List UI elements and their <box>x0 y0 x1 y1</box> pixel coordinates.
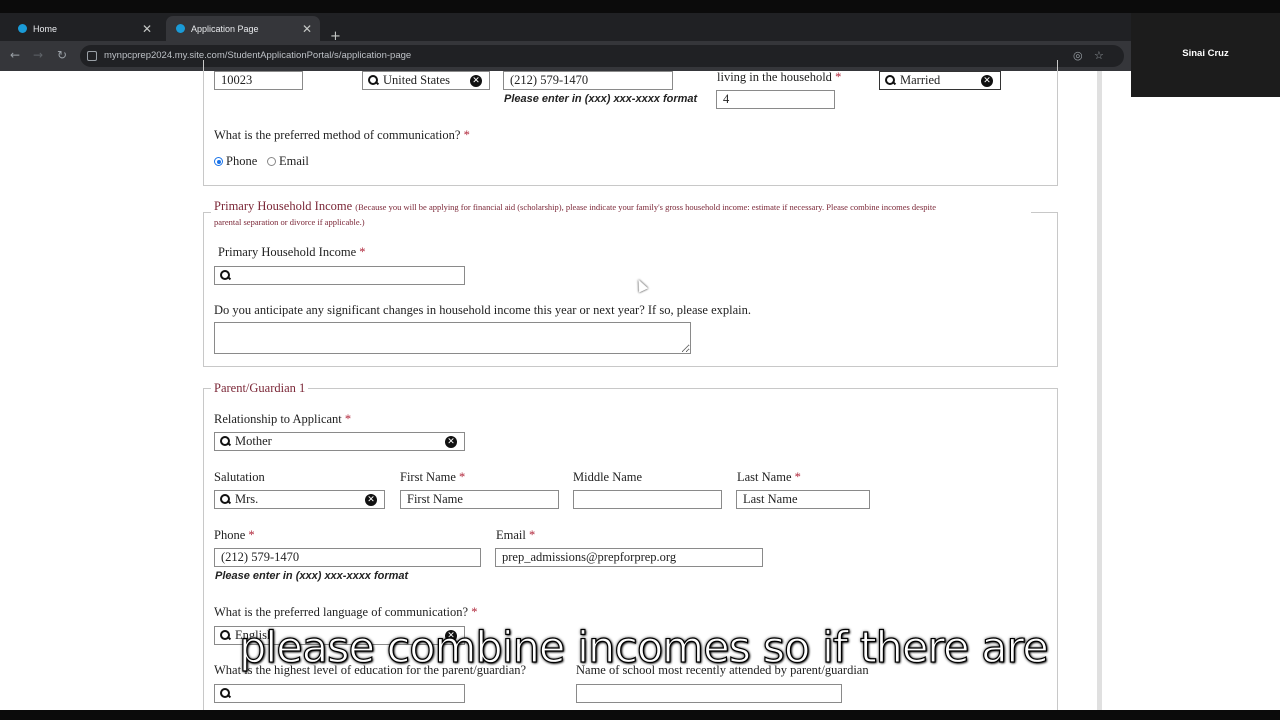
first-name-field[interactable]: First Name <box>400 490 559 509</box>
bookmark-star-icon[interactable]: ☆ <box>1094 49 1104 62</box>
back-arrow-icon[interactable]: ← <box>10 48 20 62</box>
income-legend: Primary Household Income (Because you wi… <box>211 199 1031 229</box>
salutation-label: Salutation <box>214 470 265 484</box>
search-icon <box>220 688 230 698</box>
browser-tab-bar: Home ✕ Application Page ✕ + <box>0 13 1280 44</box>
tab-label: Application Page <box>191 23 259 34</box>
page-scroll-track[interactable] <box>1097 71 1102 710</box>
eye-off-icon[interactable]: ◎ <box>1073 49 1083 62</box>
income-changes-question: Do you anticipate any significant change… <box>214 303 751 317</box>
webcam-overlay: Sinai Cruz <box>1131 13 1280 97</box>
income-lookup[interactable] <box>214 266 465 285</box>
video-caption: please combine incomes so if there are <box>238 622 1049 673</box>
contact-section <box>203 60 1058 186</box>
income-label: Primary Household Income * <box>218 245 366 259</box>
scrollbar[interactable] <box>1268 97 1280 710</box>
salesforce-favicon-icon <box>18 24 27 33</box>
close-tab-icon[interactable]: ✕ <box>142 22 152 36</box>
search-icon <box>220 494 230 504</box>
middle-name-field[interactable] <box>573 490 722 509</box>
tab-application-page[interactable]: Application Page ✕ <box>166 16 320 41</box>
communication-question: What is the preferred method of communic… <box>214 128 470 142</box>
search-icon <box>220 436 230 446</box>
clear-icon[interactable]: ✕ <box>445 436 457 448</box>
last-name-field[interactable]: Last Name <box>736 490 870 509</box>
relationship-value: Mother <box>235 434 272 448</box>
radio-email[interactable] <box>267 157 276 166</box>
last-name-label: Last Name * <box>737 470 801 484</box>
education-lookup[interactable] <box>214 684 465 703</box>
reload-icon[interactable]: ↻ <box>57 48 67 62</box>
salutation-value: Mrs. <box>235 492 259 506</box>
clear-icon[interactable]: ✕ <box>365 494 377 506</box>
school-field[interactable] <box>576 684 842 703</box>
guardian-email-field[interactable]: prep_admissions@prepforprep.org <box>495 548 763 567</box>
search-icon <box>220 270 230 280</box>
guardian-phone-hint: Please enter in (xxx) xxx-xxxx format <box>215 570 409 582</box>
search-icon <box>220 630 230 640</box>
relationship-label: Relationship to Applicant * <box>214 412 352 426</box>
site-info-icon[interactable] <box>87 51 97 61</box>
radio-phone[interactable] <box>214 157 223 166</box>
first-name-label: First Name * <box>400 470 466 484</box>
forward-arrow-icon[interactable]: → <box>33 48 43 62</box>
relationship-lookup[interactable]: Mother ✕ <box>214 432 465 451</box>
screen-bottom-border <box>0 710 1280 720</box>
guardian-legend: Parent/Guardian 1 <box>211 381 309 396</box>
radio-email-label: Email <box>279 154 309 168</box>
language-question: What is the preferred language of commun… <box>214 605 478 619</box>
close-tab-icon[interactable]: ✕ <box>302 22 312 36</box>
radio-phone-label: Phone <box>226 154 258 168</box>
guardian-email-label: Email * <box>496 528 536 542</box>
guardian-phone-label: Phone * <box>214 528 255 542</box>
screen-top-border <box>0 0 1280 13</box>
salesforce-favicon-icon <box>176 24 185 33</box>
guardian-phone-field[interactable]: (212) 579-1470 <box>214 548 481 567</box>
salutation-lookup[interactable]: Mrs. ✕ <box>214 490 385 509</box>
tab-home[interactable]: Home ✕ <box>8 16 160 41</box>
tab-label: Home <box>33 23 58 34</box>
middle-name-label: Middle Name <box>573 470 643 484</box>
income-changes-textarea[interactable] <box>214 322 691 354</box>
webcam-name: Sinai Cruz <box>1182 48 1229 59</box>
